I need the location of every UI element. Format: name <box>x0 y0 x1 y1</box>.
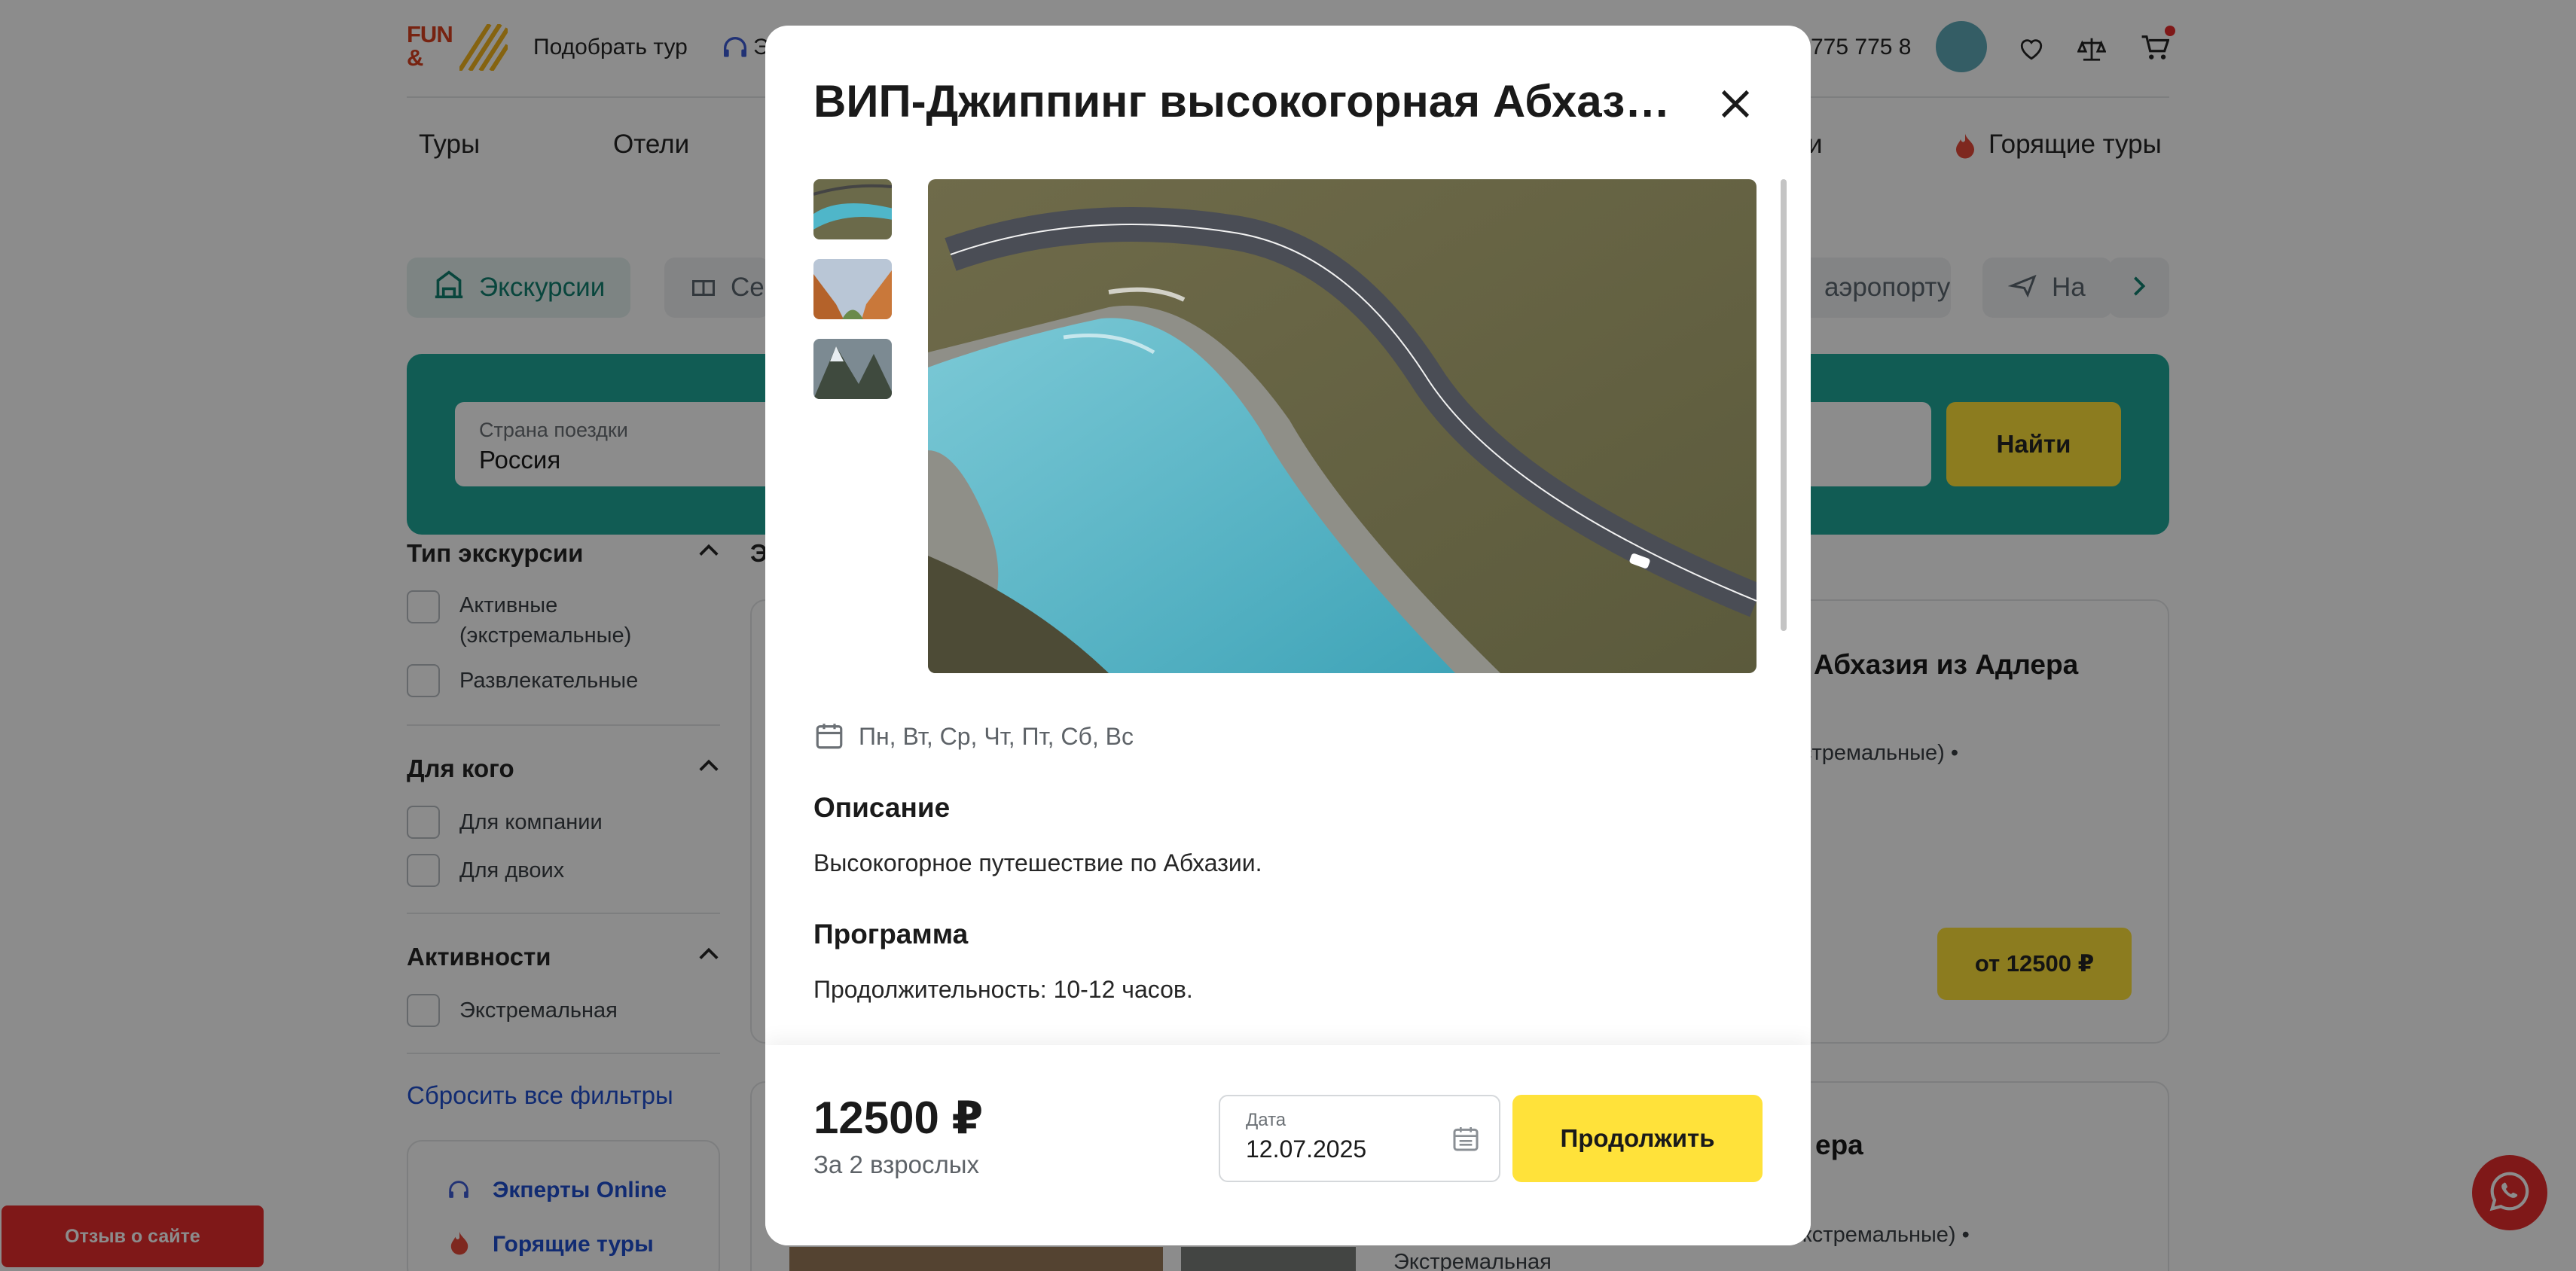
close-icon <box>1714 90 1757 128</box>
close-button[interactable] <box>1714 83 1757 125</box>
continue-button[interactable]: Продолжить <box>1512 1095 1763 1182</box>
gallery-thumbnail[interactable] <box>813 259 892 319</box>
date-value: 12.07.2025 <box>1246 1135 1367 1163</box>
gallery-thumbnail[interactable] <box>813 179 892 239</box>
description-heading: Описание <box>813 792 951 823</box>
calendar-icon <box>813 720 845 755</box>
date-label: Дата <box>1246 1110 1286 1130</box>
program-text: Продолжительность: 10-12 часов. <box>813 976 1193 1003</box>
excursion-modal: ВИП-Джиппинг высокогорная Абхазия из Адл… <box>765 26 1811 1245</box>
schedule-days: Пн, Вт, Ср, Чт, Пт, Сб, Вс <box>859 723 1134 750</box>
program-heading: Программа <box>813 919 969 949</box>
calendar-icon[interactable] <box>1451 1123 1481 1157</box>
date-field[interactable]: Дата 12.07.2025 <box>1219 1095 1500 1182</box>
scrollbar[interactable] <box>1781 179 1787 631</box>
gallery-thumbnail[interactable] <box>813 339 892 399</box>
main-photo[interactable] <box>928 179 1757 673</box>
total-price: 12500 ₽ <box>813 1093 984 1143</box>
modal-title: ВИП-Джиппинг высокогорная Абхазия из Адл… <box>813 76 1687 126</box>
price-caption: За 2 взрослых <box>813 1151 979 1178</box>
description-text: Высокогорное путешествие по Абхазии. <box>813 849 1262 876</box>
